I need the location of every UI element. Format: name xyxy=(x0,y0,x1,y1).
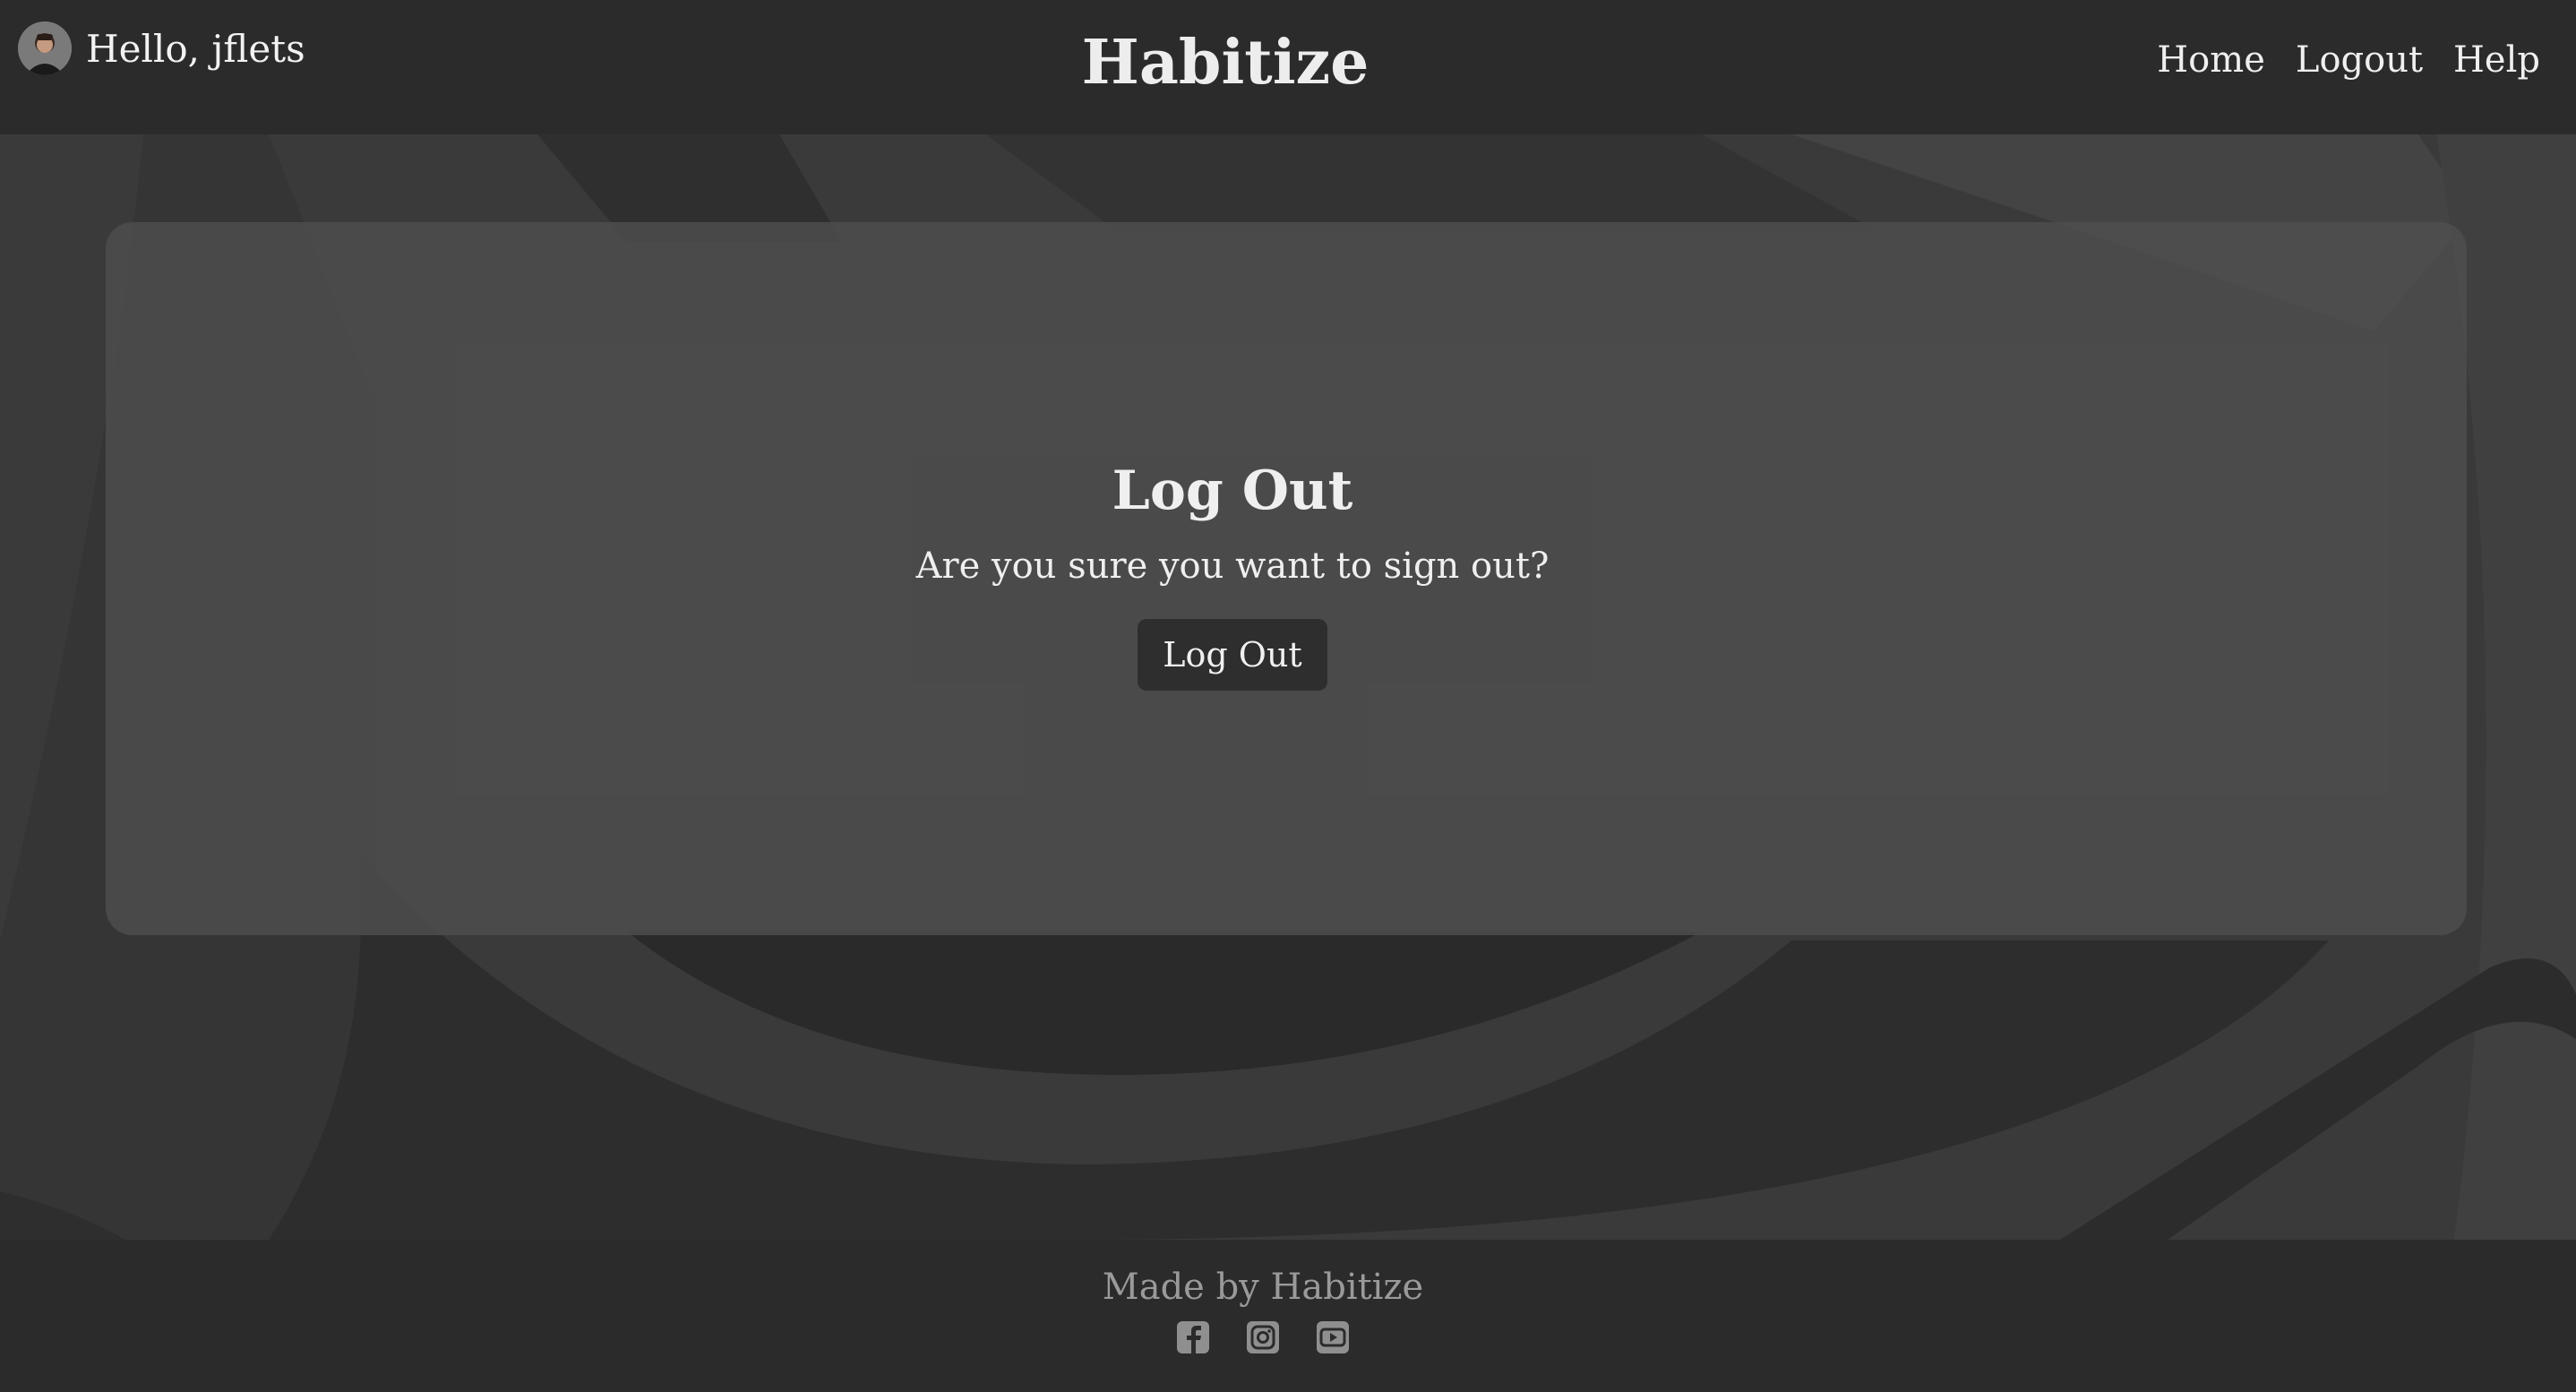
footer-text: Made by Habitize xyxy=(1102,1267,1424,1308)
main-nav: Home Logout Help xyxy=(2157,39,2540,81)
nav-home-link[interactable]: Home xyxy=(2157,39,2265,81)
card-title: Log Out xyxy=(1112,460,1353,522)
instagram-icon[interactable] xyxy=(1246,1320,1280,1354)
social-links xyxy=(0,1320,2551,1354)
page-footer: Made by Habitize xyxy=(0,1240,2576,1392)
top-header: Hello, jflets Habitize Home Logout Help xyxy=(0,0,2576,134)
facebook-icon[interactable] xyxy=(1176,1320,1210,1354)
nav-logout-link[interactable]: Logout xyxy=(2296,39,2423,81)
logout-button[interactable]: Log Out xyxy=(1138,619,1327,691)
logout-content: Log Out Are you sure you want to sign ou… xyxy=(106,460,2467,691)
logout-card: Log Out Are you sure you want to sign ou… xyxy=(106,222,2467,935)
card-subtitle: Are you sure you want to sign out? xyxy=(915,546,1550,587)
youtube-icon[interactable] xyxy=(1316,1320,1350,1354)
nav-help-link[interactable]: Help xyxy=(2453,39,2540,81)
